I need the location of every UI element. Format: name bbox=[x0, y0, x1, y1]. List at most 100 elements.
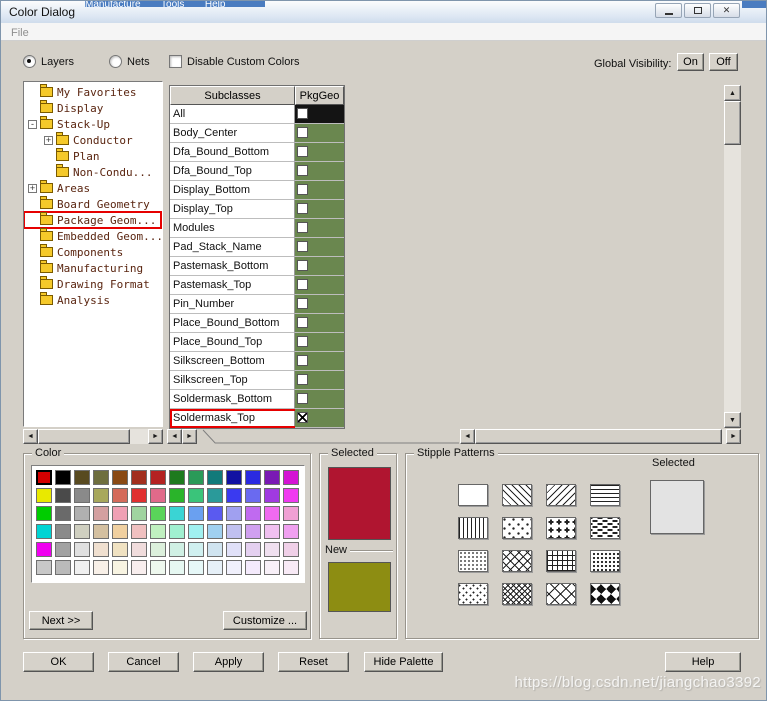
scroll-right-button[interactable]: ► bbox=[726, 429, 741, 444]
palette-swatch[interactable] bbox=[283, 488, 299, 503]
palette-swatch[interactable] bbox=[74, 470, 90, 485]
palette-swatch[interactable] bbox=[245, 524, 261, 539]
stipple-pattern-hlines[interactable] bbox=[590, 484, 620, 506]
palette-swatch[interactable] bbox=[131, 470, 147, 485]
palette-swatch[interactable] bbox=[150, 542, 166, 557]
palette-swatch[interactable] bbox=[36, 488, 52, 503]
visibility-checkbox[interactable] bbox=[297, 241, 308, 252]
subclass-name-cell[interactable]: Place_Bound_Top bbox=[170, 333, 295, 352]
palette-swatch[interactable] bbox=[207, 470, 223, 485]
palette-swatch[interactable] bbox=[188, 470, 204, 485]
minimize-button[interactable] bbox=[655, 3, 682, 18]
subclass-name-cell[interactable]: Pastemask_Top bbox=[170, 276, 295, 295]
bg-menu-help[interactable]: Help bbox=[205, 1, 226, 7]
palette-swatch[interactable] bbox=[207, 542, 223, 557]
subclass-color-cell[interactable] bbox=[295, 181, 344, 200]
vscrollbar-thumb[interactable] bbox=[724, 101, 741, 145]
scroll-left-button[interactable]: ◄ bbox=[23, 429, 38, 444]
palette-swatch[interactable] bbox=[169, 560, 185, 575]
maximize-button[interactable] bbox=[684, 3, 711, 18]
visibility-checkbox[interactable] bbox=[297, 184, 308, 195]
palette-swatch[interactable] bbox=[36, 524, 52, 539]
visibility-checkbox[interactable] bbox=[297, 298, 308, 309]
help-button[interactable]: Help bbox=[665, 652, 741, 672]
visibility-checkbox[interactable] bbox=[297, 412, 308, 423]
bg-menu-tools[interactable]: Tools bbox=[161, 1, 184, 7]
palette-swatch[interactable] bbox=[226, 470, 242, 485]
palette-swatch[interactable] bbox=[74, 488, 90, 503]
visibility-checkbox[interactable] bbox=[297, 127, 308, 138]
palette-swatch[interactable] bbox=[264, 542, 280, 557]
palette-swatch[interactable] bbox=[55, 488, 71, 503]
tree-item-areas[interactable]: + Areas bbox=[24, 180, 95, 196]
visibility-checkbox[interactable] bbox=[297, 355, 308, 366]
column-header-subclasses[interactable]: Subclasses bbox=[170, 86, 295, 105]
apply-button[interactable]: Apply bbox=[193, 652, 264, 672]
palette-swatch[interactable] bbox=[55, 542, 71, 557]
tree-item-display[interactable]: Display bbox=[24, 100, 108, 116]
palette-swatch[interactable] bbox=[36, 542, 52, 557]
subclass-color-cell[interactable] bbox=[295, 124, 344, 143]
palette-swatch[interactable] bbox=[74, 506, 90, 521]
palette-swatch[interactable] bbox=[226, 560, 242, 575]
visibility-checkbox[interactable] bbox=[297, 317, 308, 328]
stipple-pattern-plus[interactable] bbox=[546, 517, 576, 539]
palette-swatch[interactable] bbox=[245, 542, 261, 557]
palette-swatch[interactable] bbox=[131, 524, 147, 539]
subclass-name-cell[interactable]: Soldermask_Bottom bbox=[170, 390, 295, 409]
menu-file[interactable]: File bbox=[11, 25, 29, 42]
palette-swatch[interactable] bbox=[188, 488, 204, 503]
palette-swatch[interactable] bbox=[188, 506, 204, 521]
palette-swatch[interactable] bbox=[226, 524, 242, 539]
subclass-name-cell[interactable]: Pin_Number bbox=[170, 295, 295, 314]
subclass-color-cell[interactable] bbox=[295, 219, 344, 238]
cancel-button[interactable]: Cancel bbox=[108, 652, 179, 672]
global-visibility-on-button[interactable]: On bbox=[677, 53, 704, 71]
vscrollbar-track[interactable] bbox=[724, 101, 741, 412]
visibility-checkbox[interactable] bbox=[297, 374, 308, 385]
subclass-color-cell[interactable] bbox=[295, 295, 344, 314]
palette-swatch[interactable] bbox=[93, 542, 109, 557]
palette-swatch[interactable] bbox=[283, 470, 299, 485]
next-button[interactable]: Next >> bbox=[29, 611, 93, 630]
tree-expander-icon[interactable]: + bbox=[28, 183, 37, 193]
subclass-color-cell[interactable] bbox=[295, 162, 344, 181]
subclass-name-cell[interactable]: Pad_Stack_Name bbox=[170, 238, 295, 257]
palette-swatch[interactable] bbox=[74, 560, 90, 575]
subclass-name-cell[interactable]: Silkscreen_Top bbox=[170, 371, 295, 390]
palette-swatch[interactable] bbox=[55, 524, 71, 539]
palette-swatch[interactable] bbox=[55, 506, 71, 521]
palette-swatch[interactable] bbox=[112, 470, 128, 485]
visibility-checkbox[interactable] bbox=[297, 165, 308, 176]
stipple-pattern-dots-tri[interactable] bbox=[502, 517, 532, 539]
palette-swatch[interactable] bbox=[131, 560, 147, 575]
subclass-name-cell[interactable]: All bbox=[170, 105, 295, 124]
stipple-pattern-black-diamonds[interactable] bbox=[590, 583, 620, 605]
hscrollbar-thumb[interactable] bbox=[475, 429, 722, 444]
subclass-color-cell[interactable] bbox=[295, 390, 344, 409]
tree-item-conductor[interactable]: + Conductor bbox=[24, 132, 138, 148]
subclass-name-cell[interactable]: Pastemask_Bottom bbox=[170, 257, 295, 276]
close-button[interactable]: ✕ bbox=[713, 3, 740, 18]
palette-swatch[interactable] bbox=[169, 470, 185, 485]
subclass-name-cell[interactable]: Display_Bottom bbox=[170, 181, 295, 200]
palette-swatch[interactable] bbox=[150, 488, 166, 503]
palette-swatch[interactable] bbox=[93, 560, 109, 575]
stipple-pattern-dots-dense[interactable] bbox=[590, 550, 620, 572]
subclass-color-cell[interactable] bbox=[295, 257, 344, 276]
subclass-color-cell[interactable] bbox=[295, 333, 344, 352]
subclass-name-cell[interactable]: Display_Top bbox=[170, 200, 295, 219]
disable-custom-colors-checkbox[interactable]: Disable Custom Colors bbox=[169, 55, 299, 68]
tree-hscrollbar[interactable]: ◄ ► bbox=[23, 429, 163, 444]
stipple-pattern-stipple[interactable] bbox=[458, 583, 488, 605]
customize-button[interactable]: Customize ... bbox=[223, 611, 307, 630]
palette-swatch[interactable] bbox=[36, 470, 52, 485]
palette-swatch[interactable] bbox=[188, 560, 204, 575]
table-vscrollbar[interactable]: ▲ ▼ bbox=[724, 85, 741, 428]
layers-radio[interactable]: Layers bbox=[23, 55, 74, 68]
palette-swatch[interactable] bbox=[93, 506, 109, 521]
palette-swatch[interactable] bbox=[264, 560, 280, 575]
subclass-name-cell[interactable]: Silkscreen_Bottom bbox=[170, 352, 295, 371]
stipple-pattern-dash[interactable] bbox=[590, 517, 620, 539]
stipple-pattern-diag-down[interactable] bbox=[502, 484, 532, 506]
